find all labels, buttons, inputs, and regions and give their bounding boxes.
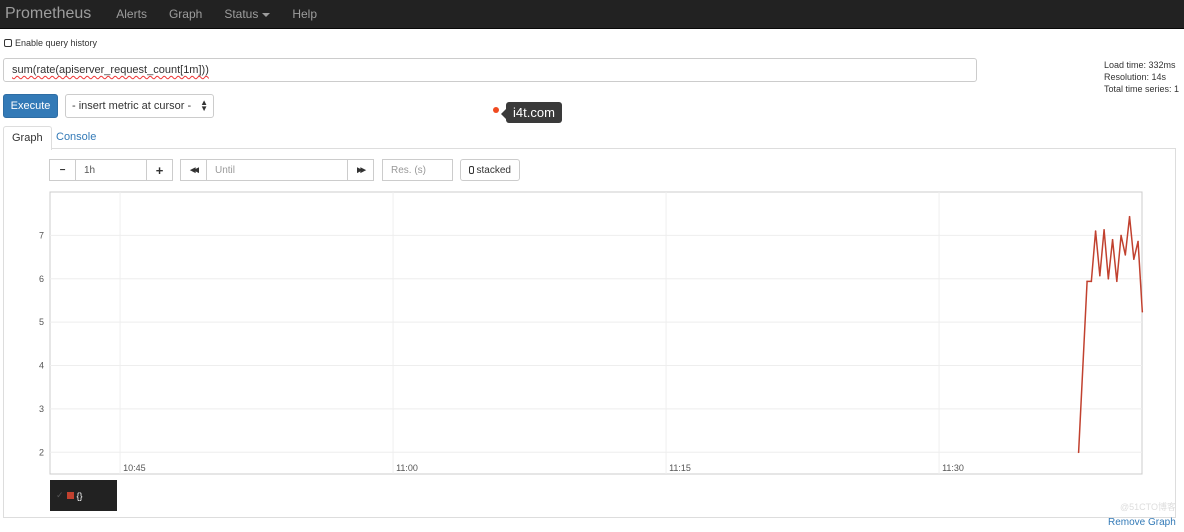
data-point: [1086, 280, 1088, 283]
data-point: [1103, 228, 1105, 231]
y-tick-label: 7: [39, 230, 44, 240]
tab-graph[interactable]: Graph: [3, 126, 52, 150]
data-point: [1099, 274, 1101, 277]
remove-graph-link[interactable]: Remove Graph: [1108, 517, 1176, 528]
graph-chart[interactable]: 2 3 4 5 6 7 10:45 11:00 11:15 11:30: [0, 0, 1184, 532]
data-point: [1120, 234, 1122, 237]
x-tick-label: 11:15: [669, 463, 691, 473]
series-color-swatch: [66, 492, 74, 499]
x-tick-label: 11:30: [942, 463, 964, 473]
data-point: [1137, 240, 1139, 243]
data-point: [1133, 258, 1135, 261]
data-point: [1111, 238, 1114, 241]
data-point: [1116, 280, 1118, 283]
x-tick-label: 11:00: [396, 463, 418, 473]
legend[interactable]: ✓ {}: [50, 480, 117, 511]
data-point: [1124, 254, 1127, 256]
y-tick-label: 2: [39, 447, 44, 457]
data-point: [1077, 451, 1080, 454]
watermark: @51CTO博客: [1120, 502, 1176, 512]
data-point: [1094, 230, 1097, 232]
legend-label: {}: [76, 490, 83, 501]
check-icon[interactable]: ✓: [56, 490, 64, 501]
plot-area: [49, 191, 1143, 475]
data-point: [1107, 277, 1110, 280]
data-point: [1141, 310, 1144, 313]
data-point: [1128, 215, 1131, 218]
data-point: [1090, 280, 1093, 283]
y-tick-label: 4: [39, 361, 44, 371]
x-tick-label: 10:45: [123, 463, 146, 473]
y-tick-label: 5: [39, 317, 44, 327]
y-tick-label: 3: [39, 404, 44, 414]
y-tick-label: 6: [39, 274, 44, 284]
